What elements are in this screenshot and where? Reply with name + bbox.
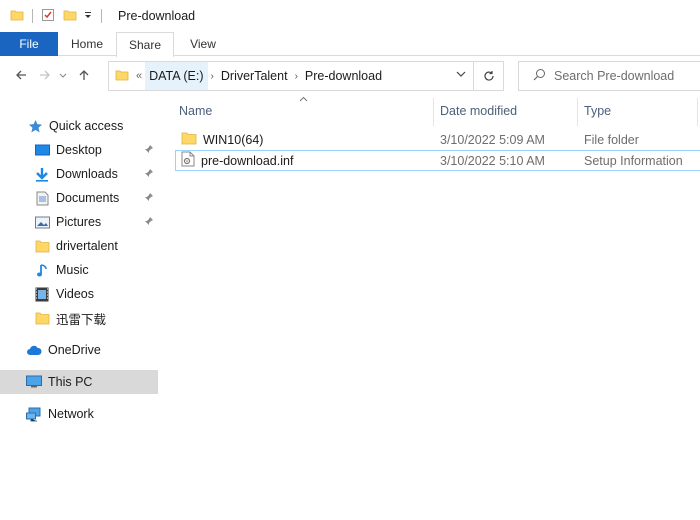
arrow-left-icon [14,68,28,85]
pictures-icon [34,214,50,230]
file-list: Name Date modified Type WIN10(64) 3/10/2… [162,96,700,520]
arrow-up-icon [77,68,91,85]
file-name: pre-download.inf [201,153,294,168]
address-dropdown-icon[interactable] [455,68,467,83]
quick-access-toolbar [10,8,110,25]
arrow-right-icon [38,68,52,85]
customize-toolbar-icon[interactable] [83,9,93,23]
sidebar-item-onedrive[interactable]: OneDrive [0,338,158,362]
file-name-cell: WIN10(64) [181,131,263,148]
properties-icon[interactable] [41,8,55,25]
sidebar-item-downloads[interactable]: Downloads [0,162,158,186]
inf-file-icon [181,151,195,170]
network-icon [26,406,42,422]
sidebar-item-network[interactable]: Network [0,402,158,426]
folder-icon [181,131,197,148]
navigation-bar: « DATA (E:) › DriverTalent › Pre-downloa… [0,56,700,96]
cloud-icon [26,342,42,358]
ribbon-tabs: File Home Share View [0,32,700,57]
folder-icon [34,310,50,326]
chevron-down-icon [59,69,67,83]
file-date: 3/10/2022 5:10 AM [440,153,545,168]
forward-button[interactable] [33,64,57,88]
chevron-right-icon[interactable]: › [211,71,214,82]
download-icon [34,166,50,182]
address-bar[interactable]: « DATA (E:) › DriverTalent › Pre-downloa… [108,61,504,91]
pin-icon[interactable] [144,168,154,181]
music-icon [34,262,50,278]
folder-icon [115,68,129,85]
sidebar-item-pictures[interactable]: Pictures [0,210,158,234]
file-row-selected[interactable]: pre-download.inf 3/10/2022 5:10 AM Setup… [175,150,700,171]
column-divider[interactable] [433,98,434,126]
tab-view[interactable]: View [174,32,232,56]
sidebar-item-videos[interactable]: Videos [0,282,158,306]
sort-ascending-icon [299,94,308,105]
chevron-right-icon[interactable]: › [295,71,298,82]
overflow-chevron[interactable]: « [136,70,142,82]
new-folder-icon[interactable] [63,8,77,25]
refresh-button[interactable] [473,62,503,90]
search-placeholder[interactable]: Search Pre-download [554,69,674,83]
search-icon [533,68,546,84]
tab-share[interactable]: Share [116,32,174,57]
sidebar-item-music[interactable]: Music [0,258,158,282]
title-bar: Pre-download [0,0,700,32]
back-button[interactable] [9,64,33,88]
search-box[interactable]: Search Pre-download [518,61,700,91]
sidebar-item-documents[interactable]: Documents [0,186,158,210]
desktop-icon [34,142,50,158]
sidebar-item-this-pc[interactable]: This PC [0,370,158,394]
recent-locations-button[interactable] [57,64,69,88]
file-type: File folder [584,132,639,147]
star-icon [27,118,43,134]
tab-file[interactable]: File [0,32,58,56]
pin-icon[interactable] [144,192,154,205]
column-divider[interactable] [697,98,698,126]
videos-icon [34,286,50,302]
window-title: Pre-download [118,9,196,23]
up-button[interactable] [72,64,96,88]
folder-icon [34,238,50,254]
file-type: Setup Information [584,153,683,168]
file-row[interactable]: WIN10(64) 3/10/2022 5:09 AM File folder [175,129,700,150]
column-divider[interactable] [577,98,578,126]
file-date: 3/10/2022 5:09 AM [440,132,545,147]
file-name: WIN10(64) [203,132,264,147]
folder-icon [10,8,24,25]
sidebar-item-xunlei-downloads[interactable]: 迅雷下载 [0,306,158,330]
sidebar-item-desktop[interactable]: Desktop [0,138,158,162]
pin-icon[interactable] [144,144,154,157]
tab-home[interactable]: Home [58,32,116,56]
breadcrumb-data-drive[interactable]: DATA (E:) [145,62,208,90]
column-header-type[interactable]: Type [584,100,611,126]
breadcrumb-pre-download[interactable]: Pre-download [301,62,386,90]
column-header-date-modified[interactable]: Date modified [440,100,517,126]
documents-icon [34,190,50,206]
sidebar-item-quick-access[interactable]: Quick access [0,114,158,138]
sidebar-item-drivertalent[interactable]: drivertalent [0,234,158,258]
column-header-name[interactable]: Name [179,100,212,126]
file-name-cell: pre-download.inf [181,151,293,170]
breadcrumb-drivertalent[interactable]: DriverTalent [217,62,292,90]
navigation-pane: Quick access Desktop Downloads Documents [0,96,162,520]
refresh-icon [483,71,494,81]
pin-icon[interactable] [144,216,154,229]
computer-icon [26,374,42,390]
